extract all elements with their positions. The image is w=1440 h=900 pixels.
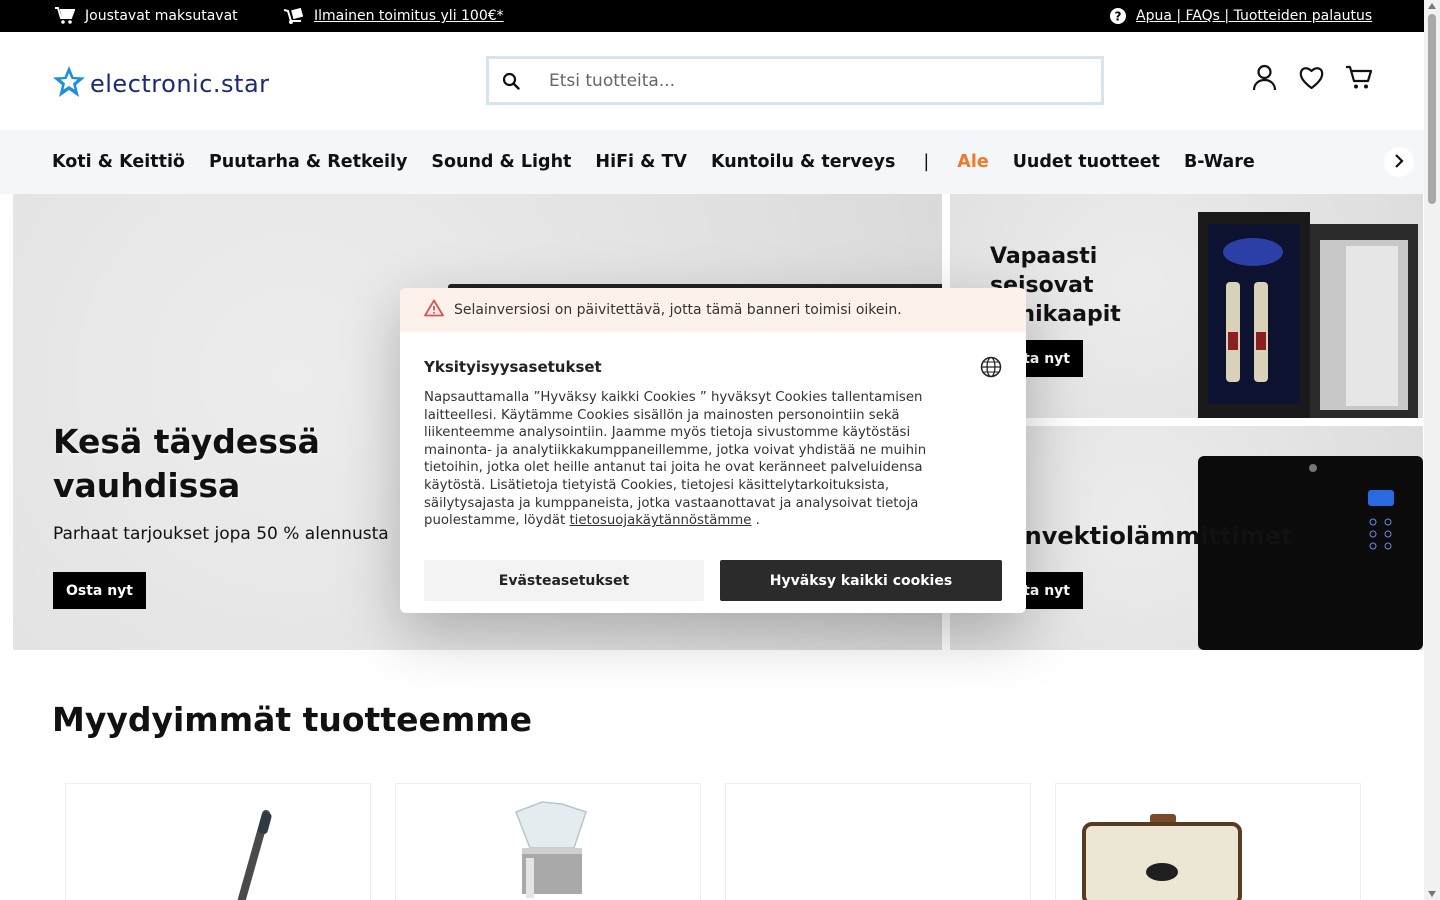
heater-image <box>1198 456 1423 650</box>
cookie-consent-dialog: Selainversiosi on päivitettävä, jotta tä… <box>400 288 1026 613</box>
cookie-settings-button[interactable]: Evästeasetukset <box>424 560 704 601</box>
nav-item-uudet-tuotteet[interactable]: Uudet tuotteet <box>1013 152 1160 172</box>
bestsellers-title: Myydyimmät tuotteemme <box>52 700 533 739</box>
record-player-case-image <box>1082 812 1242 900</box>
warning-icon <box>424 299 444 321</box>
search-icon[interactable] <box>489 72 533 90</box>
nav-next-button[interactable] <box>1384 147 1414 177</box>
product-card[interactable] <box>725 783 1031 900</box>
hero-shop-now-button[interactable]: Osta nyt <box>53 572 146 609</box>
hero-title: Kesä täydessä vauhdissa <box>53 422 320 505</box>
product-image <box>902 896 932 900</box>
browser-warning: Selainversiosi on päivitettävä, jotta tä… <box>400 288 1026 332</box>
hero-subtitle: Parhaat tarjoukset jopa 50 % alennusta <box>53 524 389 544</box>
nav-item-hifi-tv[interactable]: HiFi & TV <box>595 152 687 172</box>
logo-text: electronic.star <box>90 69 270 98</box>
nav-item-b-ware[interactable]: B-Ware <box>1184 152 1255 172</box>
nav-item-puutarha-retkeily[interactable]: Puutarha & Retkeily <box>209 152 407 172</box>
wishlist-heart-icon[interactable] <box>1298 64 1325 91</box>
scroll-up-arrow-icon[interactable] <box>1428 3 1436 9</box>
help-links[interactable]: Apua | FAQs | Tuotteiden palautus <box>1136 8 1372 24</box>
shipping-link[interactable]: Ilmainen toimitus yli 100€* <box>314 8 504 24</box>
search-box[interactable] <box>486 56 1104 105</box>
category-nav: Koti & Keittiö Puutarha & Retkeily Sound… <box>0 130 1424 194</box>
vacuum-cleaner-image <box>226 810 276 900</box>
product-card[interactable] <box>65 783 371 900</box>
nav-item-sound-light[interactable]: Sound & Light <box>431 152 571 172</box>
nav-item-ale[interactable]: Ale <box>957 152 988 172</box>
cookie-description: Napsauttamalla ”Hyväksy kaikki Cookies ”… <box>424 390 927 529</box>
nav-item-kuntoilu-terveys[interactable]: Kuntoilu & terveys <box>711 152 895 172</box>
account-icon[interactable] <box>1251 64 1278 91</box>
scrollbar-thumb[interactable] <box>1428 14 1436 204</box>
wine-cooler-image <box>1198 212 1423 418</box>
help-area[interactable]: ? Apua | FAQs | Tuotteiden palautus <box>1110 0 1372 32</box>
nav-separator: | <box>923 152 930 172</box>
page-scrollbar[interactable] <box>1424 0 1440 900</box>
product-card[interactable] <box>1055 783 1361 900</box>
ice-maker-image <box>482 798 622 900</box>
payment-text: Joustavat maksutavat <box>85 8 238 24</box>
warning-text: Selainversiosi on päivitettävä, jotta tä… <box>454 302 902 318</box>
accept-all-cookies-button[interactable]: Hyväksy kaikki cookies <box>720 560 1002 601</box>
search-input[interactable] <box>533 70 1101 91</box>
shipping-info[interactable]: Ilmainen toimitus yli 100€* <box>283 0 504 32</box>
svg-text:?: ? <box>1115 10 1122 24</box>
privacy-policy-link[interactable]: tietosuojakäytännöstämme <box>569 513 751 528</box>
globe-language-icon[interactable] <box>980 356 1002 382</box>
cart-icon <box>55 7 75 25</box>
help-icon: ? <box>1110 8 1126 24</box>
scroll-down-arrow-icon[interactable] <box>1428 891 1436 897</box>
product-card[interactable] <box>395 783 701 900</box>
logo[interactable]: electronic.star <box>52 65 270 102</box>
header-icons <box>1251 64 1373 91</box>
shopping-cart-icon[interactable] <box>1345 64 1373 91</box>
delivery-icon <box>283 7 304 25</box>
nav-item-koti-keittio[interactable]: Koti & Keittiö <box>52 152 185 172</box>
site-header: electronic.star <box>0 32 1424 130</box>
star-icon <box>52 65 86 102</box>
chevron-right-icon <box>1393 153 1405 172</box>
cookie-dialog-title: Yksityisyysasetukset <box>424 358 602 376</box>
payment-info: Joustavat maksutavat <box>55 0 238 32</box>
top-bar: Joustavat maksutavat Ilmainen toimitus y… <box>0 0 1424 32</box>
heater-banner-title: Konvektiolämmittimet <box>990 522 1293 550</box>
